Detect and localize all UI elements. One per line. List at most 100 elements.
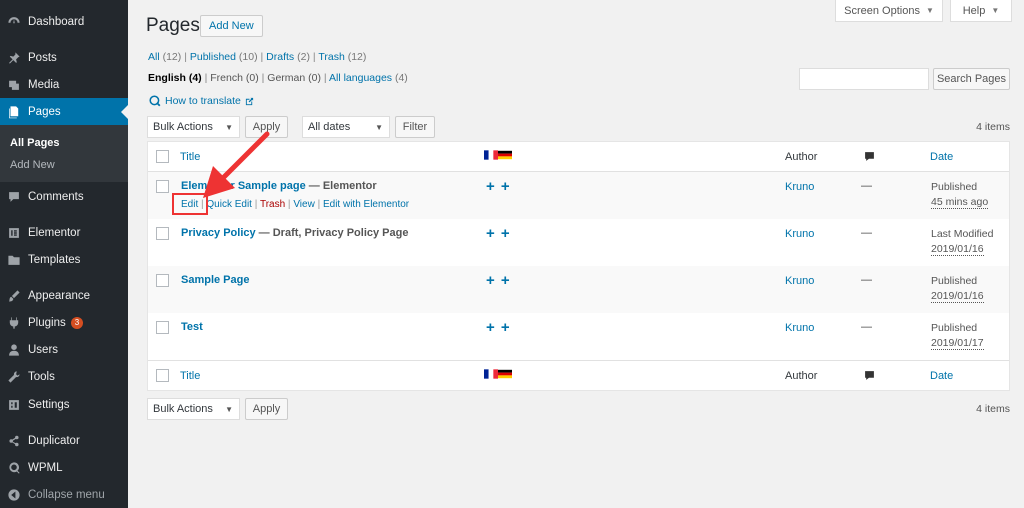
sidebar-item-duplicator[interactable]: Duplicator bbox=[0, 427, 128, 454]
row-author[interactable]: Kruno bbox=[785, 322, 814, 334]
sidebar-item-label: Elementor bbox=[28, 226, 81, 239]
sidebar-item-pages[interactable]: Pages bbox=[0, 98, 128, 125]
submenu-add-new[interactable]: Add New bbox=[10, 159, 55, 171]
sidebar-item-plugins[interactable]: Plugins 3 bbox=[0, 309, 128, 336]
add-german-translation[interactable]: + bbox=[501, 319, 510, 336]
collapse-menu-button[interactable]: Collapse menu bbox=[0, 481, 128, 508]
row-checkbox[interactable] bbox=[156, 274, 169, 287]
filter-drafts[interactable]: Drafts (2) bbox=[266, 51, 310, 63]
select-all-checkbox[interactable] bbox=[156, 369, 169, 382]
filter-published-label: Published bbox=[189, 51, 236, 63]
row-checkbox[interactable] bbox=[156, 180, 169, 193]
edit-with-elementor-link[interactable]: Edit with Elementor bbox=[323, 199, 409, 210]
language-filters: English (4) | French (0) | German (0) | … bbox=[148, 72, 408, 84]
lang-french-label: French bbox=[210, 72, 243, 84]
row-author[interactable]: Kruno bbox=[785, 181, 814, 193]
screen-options-button[interactable]: Screen Options ▼ bbox=[835, 0, 943, 22]
sidebar-item-comments[interactable]: Comments bbox=[0, 183, 128, 210]
sidebar-item-label: Templates bbox=[28, 253, 81, 266]
table-footer: Title Author Date bbox=[148, 360, 1009, 390]
row-checkbox[interactable] bbox=[156, 227, 169, 240]
row-post-state: — Elementor bbox=[308, 180, 377, 192]
sidebar-item-users[interactable]: Users bbox=[0, 336, 128, 363]
row-comments: — bbox=[861, 321, 872, 333]
pages-submenu: All Pages Add New bbox=[0, 125, 128, 182]
add-french-translation[interactable]: + bbox=[486, 319, 495, 336]
sidebar-item-label: Comments bbox=[28, 190, 84, 203]
pages-icon bbox=[0, 105, 28, 119]
lang-english[interactable]: English (4) bbox=[148, 72, 202, 84]
how-to-translate-link[interactable]: How to translate bbox=[149, 95, 254, 107]
add-french-translation[interactable]: + bbox=[486, 225, 495, 242]
col-author: Author bbox=[785, 151, 818, 163]
help-button[interactable]: Help ▼ bbox=[950, 0, 1012, 22]
bulk-actions-select-bottom[interactable]: Bulk Actions ▼ bbox=[147, 398, 240, 420]
comment-bubble-icon[interactable] bbox=[864, 370, 875, 384]
add-german-translation[interactable]: + bbox=[501, 225, 510, 242]
filter-trash-label: Trash bbox=[318, 51, 345, 63]
row-date-status: Published bbox=[931, 181, 978, 193]
translation-add: + + bbox=[486, 225, 510, 242]
row-title-link[interactable]: Test bbox=[181, 321, 203, 333]
select-arrow-icon: ▼ bbox=[375, 122, 383, 132]
add-german-translation[interactable]: + bbox=[501, 178, 510, 195]
sidebar-item-templates[interactable]: Templates bbox=[0, 246, 128, 273]
sidebar-item-dashboard[interactable]: Dashboard bbox=[0, 8, 128, 35]
add-german-translation[interactable]: + bbox=[501, 272, 510, 289]
add-french-translation[interactable]: + bbox=[486, 272, 495, 289]
search-pages-button[interactable]: Search Pages bbox=[933, 68, 1010, 90]
search-input[interactable] bbox=[799, 68, 929, 90]
submenu-all-pages[interactable]: All Pages bbox=[10, 137, 60, 149]
row-checkbox[interactable] bbox=[156, 321, 169, 334]
row-date-status: Published bbox=[931, 275, 978, 287]
select-all-checkbox[interactable] bbox=[156, 150, 169, 163]
brush-icon bbox=[0, 289, 28, 303]
sidebar-item-media[interactable]: Media bbox=[0, 71, 128, 98]
filter-drafts-label: Drafts bbox=[266, 51, 295, 63]
caret-down-icon: ▼ bbox=[991, 6, 1000, 15]
row-title-link[interactable]: Privacy Policy bbox=[181, 227, 256, 239]
add-french-translation[interactable]: + bbox=[486, 178, 495, 195]
apply-button-bottom[interactable]: Apply bbox=[245, 398, 288, 420]
translation-add: + + bbox=[486, 319, 510, 336]
row-date-status: Last Modified bbox=[931, 228, 994, 240]
sidebar-item-label: Settings bbox=[28, 398, 70, 411]
translation-add: + + bbox=[486, 178, 510, 195]
sidebar-item-wpml[interactable]: WPML bbox=[0, 454, 128, 481]
filter-trash[interactable]: Trash (12) bbox=[318, 51, 366, 63]
row-comments: — bbox=[861, 180, 872, 192]
lang-all[interactable]: All languages (4) bbox=[329, 72, 408, 84]
filter-all[interactable]: All (12) bbox=[148, 51, 181, 63]
sidebar-item-label: Duplicator bbox=[28, 434, 80, 447]
sidebar-item-tools[interactable]: Tools bbox=[0, 363, 128, 390]
row-date-status: Published bbox=[931, 322, 978, 334]
col-date[interactable]: Date bbox=[930, 370, 953, 382]
sidebar-item-label: Users bbox=[28, 343, 59, 356]
sidebar-item-posts[interactable]: Posts bbox=[0, 44, 128, 71]
dates-select[interactable]: All dates ▼ bbox=[302, 116, 390, 138]
comment-bubble-icon[interactable] bbox=[864, 151, 875, 165]
filter-trash-count: (12) bbox=[347, 51, 367, 63]
row-author[interactable]: Kruno bbox=[785, 275, 814, 287]
sidebar-item-settings[interactable]: Settings bbox=[0, 391, 128, 418]
filter-all-label: All bbox=[148, 51, 160, 63]
elementor-icon bbox=[0, 226, 28, 240]
sidebar-item-appearance[interactable]: Appearance bbox=[0, 282, 128, 309]
col-title[interactable]: Title bbox=[180, 370, 200, 382]
row-author[interactable]: Kruno bbox=[785, 228, 814, 240]
row-title: Test bbox=[181, 321, 203, 333]
sidebar-item-elementor[interactable]: Elementor bbox=[0, 219, 128, 246]
add-new-button[interactable]: Add New bbox=[200, 15, 263, 37]
annotation-arrow-icon bbox=[203, 131, 270, 198]
lang-english-count: (4) bbox=[188, 72, 202, 84]
col-date[interactable]: Date bbox=[930, 151, 953, 163]
pin-icon bbox=[0, 51, 28, 65]
row-title-link[interactable]: Sample Page bbox=[181, 274, 249, 286]
filter-button[interactable]: Filter bbox=[395, 116, 435, 138]
table-row: Elementor Sample page — Elementor Edit |… bbox=[148, 172, 1009, 219]
sidebar-item-label: Posts bbox=[28, 51, 57, 64]
admin-sidebar: Dashboard Posts Media Pages All Pages Ad… bbox=[0, 0, 128, 508]
view-link[interactable]: View bbox=[293, 199, 315, 210]
sidebar-item-label: Tools bbox=[28, 370, 55, 383]
filter-published[interactable]: Published (10) bbox=[190, 51, 258, 63]
